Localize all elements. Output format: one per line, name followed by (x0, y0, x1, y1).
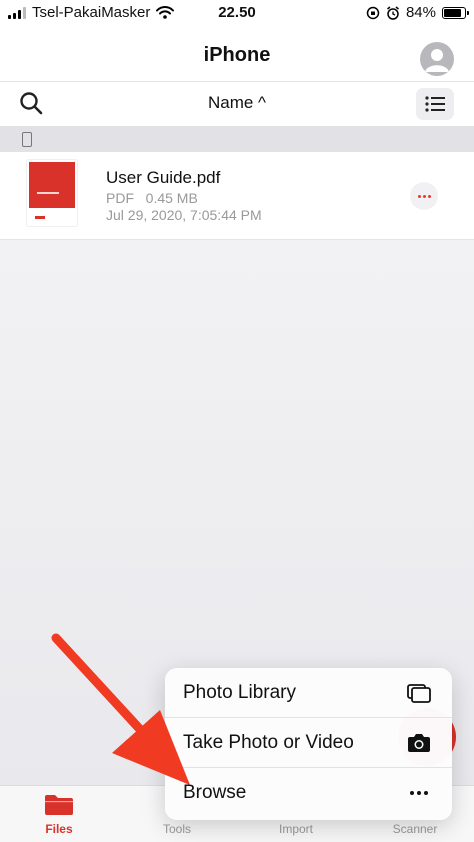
battery-percent: 84% (405, 4, 436, 21)
file-more-button[interactable] (410, 182, 438, 210)
status-bar: Tsel-PakaiMasker 22.50 84% (0, 0, 474, 26)
tab-label: Files (45, 822, 73, 836)
file-meta: PDF 0.45 MB (106, 190, 198, 206)
sort-button[interactable]: Name ^ (0, 93, 474, 113)
folder-icon (45, 795, 73, 815)
file-date: Jul 29, 2020, 7:05:44 PM (106, 207, 262, 223)
alarm-icon (387, 5, 399, 20)
phone-icon (22, 132, 32, 147)
orientation-lock-icon (366, 6, 380, 19)
menu-item-take-photo[interactable]: Take Photo or Video (165, 718, 452, 768)
section-header (0, 126, 474, 152)
ellipsis-icon (417, 194, 421, 198)
nav-bar: iPhone (0, 26, 474, 82)
ellipsis-icon (410, 791, 428, 795)
thumbnail-cover (29, 162, 75, 208)
list-item[interactable]: User Guide.pdf PDF 0.45 MB Jul 29, 2020,… (0, 152, 474, 240)
thumbnail-logo (35, 216, 45, 219)
avatar[interactable] (420, 42, 454, 76)
list-view-button[interactable] (416, 88, 454, 120)
tab-label: Scanner (392, 822, 438, 836)
status-right: 84% (366, 4, 469, 21)
file-name: User Guide.pdf (106, 168, 221, 187)
battery-icon (442, 6, 469, 19)
tab-label: Tools (162, 822, 191, 836)
menu-item-label: Browse (183, 782, 247, 803)
toolbar: Name ^ (0, 82, 474, 126)
menu-item-photo-library[interactable]: Photo Library (165, 668, 452, 718)
battery-fill (444, 8, 461, 17)
menu-item-label: Photo Library (183, 682, 297, 703)
menu-item-label: Take Photo or Video (183, 732, 354, 753)
page-title: iPhone (203, 44, 271, 66)
person-icon (425, 49, 449, 72)
thumbnail-line (37, 192, 59, 194)
tab-label: Import (278, 822, 313, 836)
list-icon (425, 96, 445, 112)
menu-item-browse[interactable]: Browse (165, 768, 452, 818)
tab-files[interactable]: Files (0, 786, 118, 842)
photo-library-icon (407, 684, 431, 703)
popup-menu: Photo Library Take Photo or Video Browse (165, 668, 452, 820)
file-thumbnail (27, 160, 77, 226)
camera-icon (408, 734, 430, 752)
